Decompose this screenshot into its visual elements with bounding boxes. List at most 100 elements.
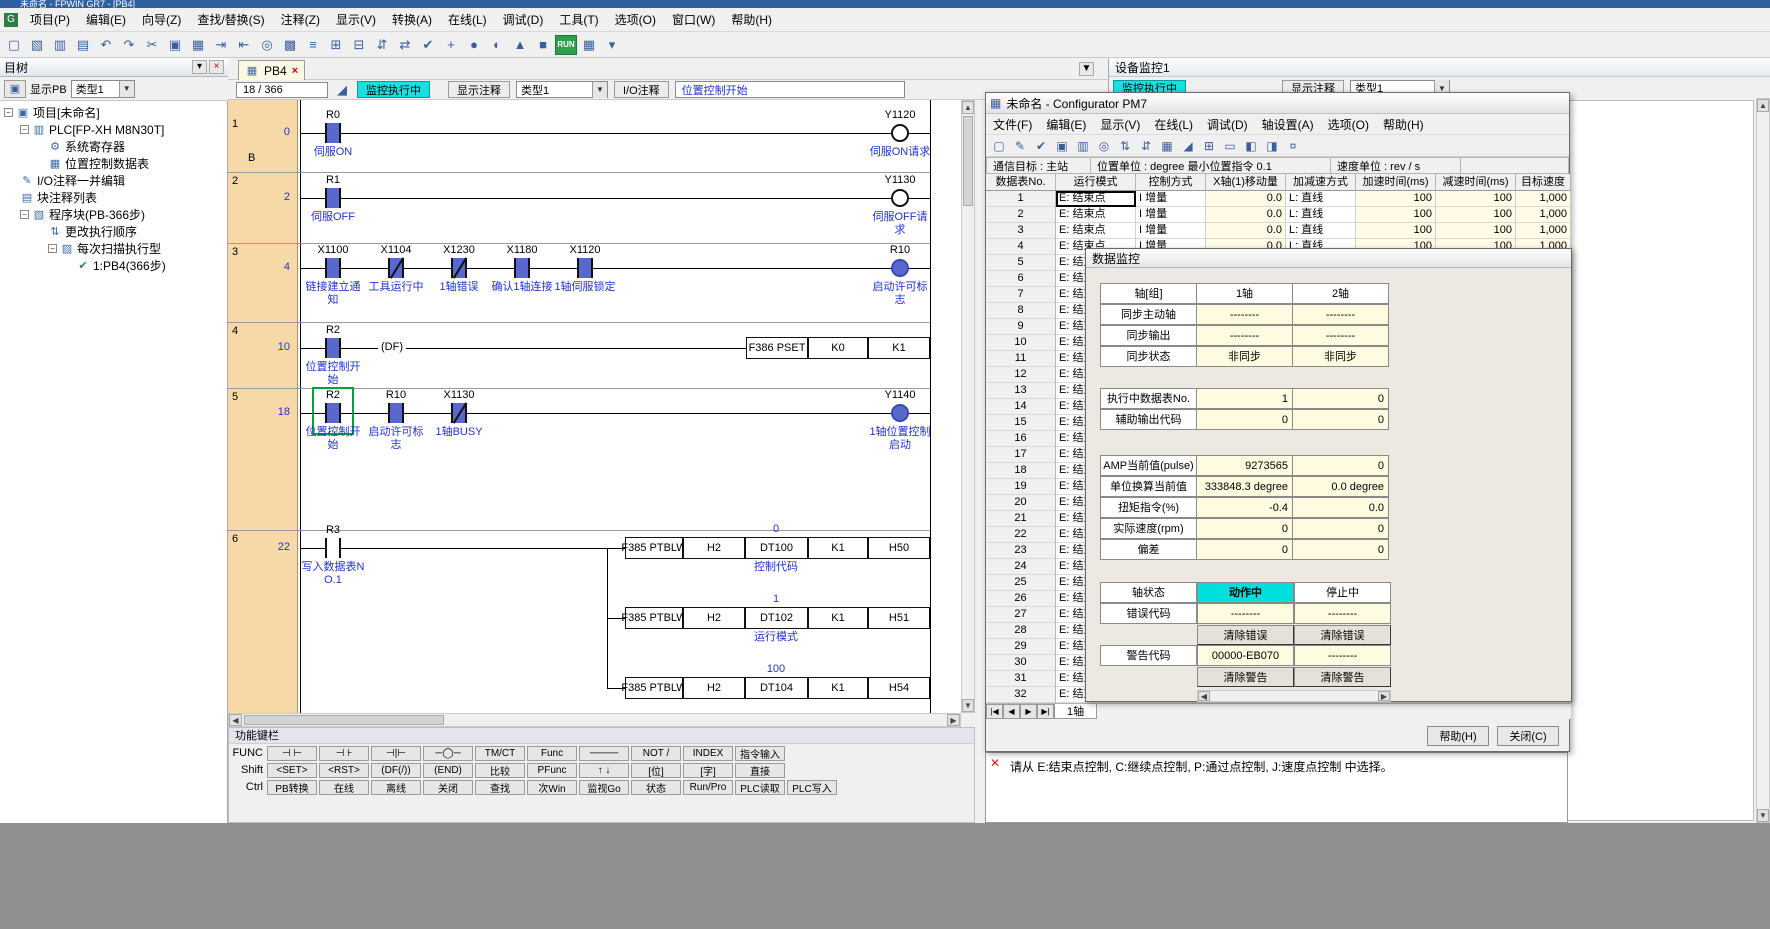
tab-list-dropdown-icon[interactable]: ▼ bbox=[1079, 62, 1094, 76]
data-monitor-titlebar[interactable]: 数据监控 bbox=[1086, 249, 1571, 268]
function-key-button[interactable]: 监视Go bbox=[579, 780, 629, 795]
menu-item[interactable]: 选项(O) bbox=[607, 8, 664, 31]
contact-R10[interactable] bbox=[388, 403, 404, 423]
clear-warning-button-axis1[interactable]: 清除警告 bbox=[1197, 667, 1294, 687]
pm7-toolbar-icon[interactable]: ⊞ bbox=[1199, 137, 1219, 155]
menu-item[interactable]: 工具(T) bbox=[551, 8, 606, 31]
table-row[interactable]: 2E: 结束点I 增量0.0L: 直线1001001,000 bbox=[986, 207, 1571, 223]
contact-R2[interactable] bbox=[325, 338, 341, 358]
function-key-button[interactable]: PFunc bbox=[527, 763, 577, 778]
pm7-toolbar-icon[interactable]: ✔ bbox=[1031, 137, 1051, 155]
coil-Y1140[interactable] bbox=[891, 404, 909, 422]
toolbar-icon[interactable]: ▩ bbox=[279, 35, 301, 55]
tree-item-block-comments[interactable]: ▤块注释列表 bbox=[0, 189, 228, 206]
error-close-icon[interactable]: ✕ bbox=[990, 756, 1000, 770]
function-key-button[interactable]: Func bbox=[527, 746, 577, 761]
contact-X1180[interactable] bbox=[514, 258, 530, 278]
pin-icon[interactable]: ▾ bbox=[192, 60, 207, 74]
toolbar-icon[interactable]: ⇄ bbox=[394, 35, 416, 55]
coil-Y1130[interactable] bbox=[891, 189, 909, 207]
function-operand[interactable]: K1 bbox=[808, 677, 868, 699]
col-header[interactable]: X轴(1)移动量 bbox=[1206, 174, 1286, 191]
pm7-toolbar-icon[interactable]: ▢ bbox=[989, 137, 1009, 155]
pm7-menu-item[interactable]: 轴设置(A) bbox=[1255, 113, 1321, 136]
pm7-toolbar-icon[interactable]: ⇵ bbox=[1136, 137, 1156, 155]
toolbar-icon[interactable]: ▤ bbox=[72, 35, 94, 55]
toolbar-icon[interactable]: ⊟ bbox=[348, 35, 370, 55]
function-key-button[interactable]: 状态 bbox=[631, 780, 681, 795]
last-tab-icon[interactable]: ▶| bbox=[1037, 704, 1054, 719]
col-header[interactable]: 减速时间(ms) bbox=[1436, 174, 1516, 191]
pm7-toolbar-icon[interactable]: ◧ bbox=[1241, 137, 1261, 155]
io-comment-button[interactable]: I/O注释 bbox=[614, 81, 669, 98]
toolbar-icon[interactable]: ⊞ bbox=[325, 35, 347, 55]
pm7-titlebar[interactable]: ▦ 未命名 - Configurator PM7 bbox=[986, 93, 1569, 114]
function-operand[interactable]: K1 bbox=[808, 607, 868, 629]
monitor-running-button[interactable]: 监控执行中 bbox=[357, 81, 430, 98]
contact-X1104[interactable] bbox=[388, 258, 404, 278]
toolbar-icon[interactable]: ↷ bbox=[118, 35, 140, 55]
pm7-toolbar-icon[interactable]: ◢ bbox=[1178, 137, 1198, 155]
toolbar-icon[interactable]: ▣ bbox=[164, 35, 186, 55]
pm7-menu-item[interactable]: 显示(V) bbox=[1093, 113, 1147, 136]
function-key-button[interactable]: PLC读取 bbox=[735, 780, 785, 795]
scroll-up-icon[interactable]: ▲ bbox=[1757, 99, 1769, 112]
function-operand[interactable]: H2 bbox=[683, 677, 745, 699]
help-button[interactable]: 帮助(H) bbox=[1427, 726, 1489, 746]
col-header[interactable]: 加减速方式 bbox=[1286, 174, 1356, 191]
pm7-toolbar-icon[interactable]: ▣ bbox=[1052, 137, 1072, 155]
toolbar-icon[interactable]: ▲ bbox=[509, 35, 531, 55]
panel-vertical-scrollbar[interactable]: ▲ ▼ bbox=[1756, 98, 1770, 823]
function-box-F385[interactable]: F385 PTBLW bbox=[625, 677, 683, 699]
tree-item-program-blocks[interactable]: −▧程序块(PB-366步) bbox=[0, 206, 228, 223]
table-row[interactable]: 3E: 结束点I 增量0.0L: 直线1001001,000 bbox=[986, 223, 1571, 239]
menu-item[interactable]: 帮助(H) bbox=[723, 8, 780, 31]
tab-axis1[interactable]: 1轴 bbox=[1054, 704, 1097, 719]
pm7-toolbar-icon[interactable]: ▭ bbox=[1220, 137, 1240, 155]
function-key-button[interactable]: [位] bbox=[631, 763, 681, 778]
col-header[interactable]: 控制方式 bbox=[1136, 174, 1206, 191]
function-key-button[interactable]: ⊣|⊢ bbox=[371, 746, 421, 761]
toolbar-icon[interactable]: ▢ bbox=[3, 35, 25, 55]
menu-item[interactable]: 窗口(W) bbox=[664, 8, 723, 31]
function-box-F386[interactable]: F386 PSET bbox=[746, 337, 808, 359]
function-operand[interactable]: H50 bbox=[868, 537, 930, 559]
menu-item[interactable]: 编辑(E) bbox=[78, 8, 134, 31]
tree-item-project[interactable]: −▣项目[未命名] bbox=[0, 104, 228, 121]
function-operand[interactable]: H2 bbox=[683, 607, 745, 629]
pm7-toolbar-icon[interactable]: ✎ bbox=[1010, 137, 1030, 155]
contact-R0[interactable] bbox=[325, 123, 341, 143]
function-key-button[interactable]: <SET> bbox=[267, 763, 317, 778]
function-key-button[interactable]: PB转换 bbox=[267, 780, 317, 795]
tab-close-icon[interactable]: × bbox=[292, 65, 298, 77]
tree-item-plc[interactable]: −▥PLC[FP-XH M8N30T] bbox=[0, 121, 228, 138]
pm7-menu-item[interactable]: 文件(F) bbox=[986, 113, 1039, 136]
dm-horizontal-scrollbar[interactable]: ◀ ▶ bbox=[1197, 690, 1391, 702]
ladder-vertical-scrollbar[interactable]: ▲ ▼ bbox=[961, 100, 975, 713]
function-key-button[interactable]: (END) bbox=[423, 763, 473, 778]
toolbar-icon[interactable]: ⇵ bbox=[371, 35, 393, 55]
collapse-icon[interactable]: − bbox=[20, 210, 29, 219]
menu-item[interactable]: 显示(V) bbox=[328, 8, 384, 31]
io-comment-field[interactable]: 位置控制开始 bbox=[675, 81, 905, 98]
pm7-menu-item[interactable]: 帮助(H) bbox=[1376, 113, 1431, 136]
pm7-menu-item[interactable]: 选项(O) bbox=[1321, 113, 1376, 136]
toolbar-icon[interactable]: ◐ bbox=[486, 35, 508, 55]
toolbar-icon[interactable]: ▥ bbox=[49, 35, 71, 55]
function-key-button[interactable]: ↑ ↓ bbox=[579, 763, 629, 778]
collapse-icon[interactable]: − bbox=[48, 244, 57, 253]
run-monitor-icon[interactable]: RUN bbox=[555, 35, 577, 55]
scroll-up-icon[interactable]: ▲ bbox=[962, 101, 974, 114]
pm7-toolbar-icon[interactable]: ▦ bbox=[1157, 137, 1177, 155]
close-button[interactable]: 关闭(C) bbox=[1497, 726, 1559, 746]
function-key-button[interactable]: NOT / bbox=[631, 746, 681, 761]
scroll-down-icon[interactable]: ▼ bbox=[1757, 809, 1769, 822]
scroll-down-icon[interactable]: ▼ bbox=[962, 699, 974, 712]
coil-R10[interactable] bbox=[891, 259, 909, 277]
clear-error-button-axis1[interactable]: 清除错误 bbox=[1197, 625, 1294, 645]
pm7-menu-item[interactable]: 在线(L) bbox=[1147, 113, 1200, 136]
prev-tab-icon[interactable]: ◀ bbox=[1003, 704, 1020, 719]
collapse-icon[interactable]: − bbox=[20, 125, 29, 134]
toolbar-icon[interactable]: ⇤ bbox=[233, 35, 255, 55]
menu-item[interactable]: 调试(D) bbox=[495, 8, 552, 31]
